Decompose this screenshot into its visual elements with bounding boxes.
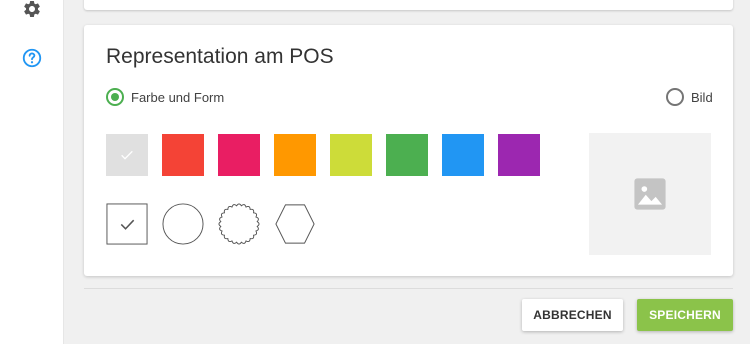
shape-options [106,203,330,245]
color-swatch[interactable] [106,134,148,176]
check-icon [121,150,133,160]
color-swatch[interactable] [442,134,484,176]
shape-scalloped-option[interactable] [218,203,260,245]
cancel-button[interactable]: ABBRECHEN [522,299,623,331]
representation-card: Representation am POS Farbe und Form Bil… [84,25,733,276]
radio-color-shape-label: Farbe und Form [131,89,225,105]
previous-card [84,0,733,10]
radio-image-label: Bild [691,89,713,105]
shape-hexagon-option[interactable] [274,203,316,245]
color-swatch[interactable] [498,134,540,176]
color-swatch[interactable] [162,134,204,176]
color-swatch[interactable] [386,134,428,176]
shape-square-option[interactable] [106,203,148,245]
image-icon [634,178,666,210]
color-swatch[interactable] [274,134,316,176]
save-button[interactable]: SPEICHERN [637,299,733,331]
radio-image-circle[interactable] [666,88,684,106]
sidebar [0,0,64,344]
gear-icon[interactable] [20,0,44,21]
color-swatch[interactable] [218,134,260,176]
scalloped-circle-shape-icon [218,203,260,245]
hexagon-shape-icon [275,204,315,244]
radio-color-shape[interactable]: Farbe und Form [106,88,224,106]
footer-divider [84,288,733,289]
card-title: Representation am POS [106,45,334,68]
color-swatches [106,134,554,176]
color-swatch[interactable] [330,134,372,176]
radio-color-shape-circle[interactable] [106,88,124,106]
circle-shape-icon [162,203,204,245]
help-circle-icon[interactable] [20,46,44,70]
square-shape-icon [106,203,148,245]
radio-image[interactable]: Bild [666,88,713,106]
shape-circle-option[interactable] [162,203,204,245]
image-placeholder[interactable] [589,133,711,255]
